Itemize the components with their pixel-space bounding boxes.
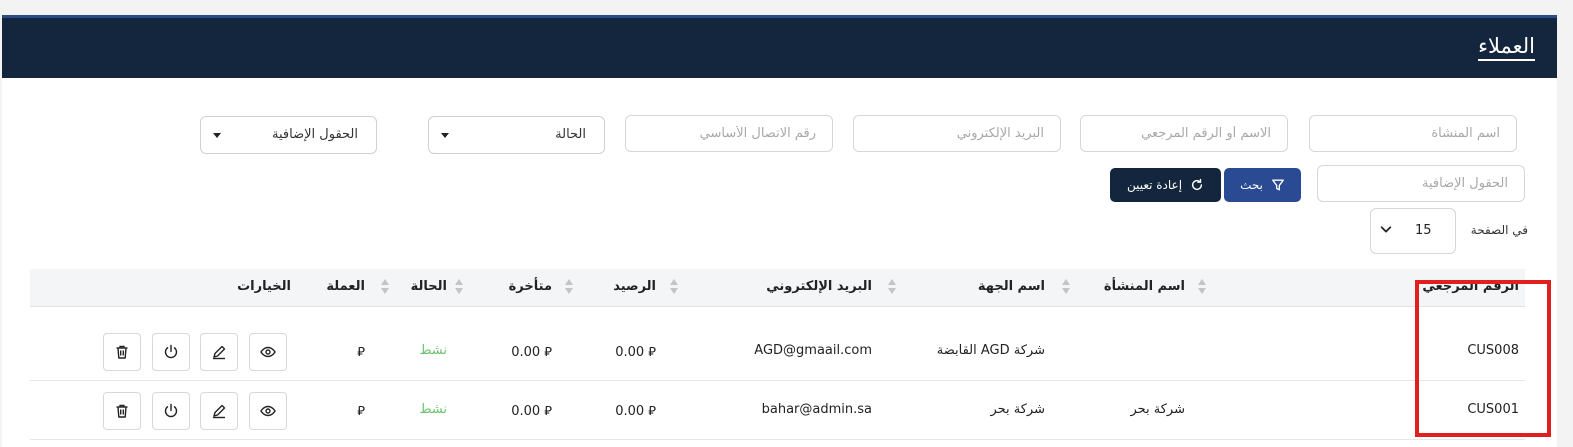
caret-down-icon (213, 133, 221, 138)
phone-input[interactable] (625, 115, 833, 152)
sort-icon[interactable] (670, 278, 679, 296)
sort-icon[interactable] (381, 278, 390, 296)
refresh-icon (1192, 178, 1203, 191)
edit-button[interactable] (200, 392, 238, 430)
power-icon (164, 403, 178, 418)
th-facility[interactable]: اسم المنشأة (1104, 279, 1185, 294)
table-row: CUS001 شركة بحر شركة بحر bahar@admin.sa … (30, 381, 1525, 440)
caret-down-icon (441, 133, 449, 138)
status-badge: نشط (419, 343, 447, 358)
view-button[interactable] (249, 333, 287, 371)
sort-icon[interactable] (1062, 278, 1071, 296)
table-header: الرقم المرجعي اسم المنشأة اسم الجهة البر… (30, 269, 1525, 307)
name-or-ref-input[interactable] (1080, 115, 1288, 152)
pencil-icon (213, 404, 226, 419)
extra-fields-select-value: الحقول الإضافية (272, 127, 358, 142)
email-input[interactable] (853, 115, 1061, 152)
th-overdue[interactable]: متأخرة (509, 279, 552, 294)
per-page-label: في الصفحة (1470, 223, 1528, 237)
delete-button[interactable] (103, 392, 141, 430)
page-title[interactable]: العملاء (1478, 34, 1535, 58)
filter-icon (1272, 179, 1284, 191)
per-page-select[interactable]: 15 (1370, 208, 1456, 254)
cell-email: bahar@admin.sa (761, 402, 872, 417)
search-button[interactable]: بحث (1224, 168, 1301, 202)
table-row: CUS008 شركة AGD القابضة AGD@gmaail.com 0… (30, 322, 1525, 381)
th-balance[interactable]: الرصيد (613, 279, 656, 294)
chevron-down-icon (1380, 226, 1392, 233)
trash-icon (116, 404, 128, 418)
eye-icon (260, 405, 276, 417)
th-email[interactable]: البريد الإلكتروني (766, 279, 872, 294)
edit-button[interactable] (200, 333, 238, 371)
status-select[interactable]: الحالة (428, 116, 605, 154)
sort-icon[interactable] (455, 278, 464, 296)
cell-balance: 0.00 ⃁ (615, 404, 656, 419)
sort-icon[interactable] (1198, 278, 1207, 296)
cell-currency: ⃁ (357, 345, 365, 360)
extra-fields-input[interactable] (1317, 165, 1525, 202)
cell-entity: شركة AGD القابضة (936, 343, 1045, 358)
search-button-label: بحث (1240, 178, 1263, 192)
eye-icon (260, 346, 276, 358)
th-currency: العملة (326, 279, 365, 294)
trash-icon (116, 345, 128, 359)
cell-overdue: 0.00 ⃁ (511, 404, 552, 419)
power-icon (164, 344, 178, 359)
status-badge: نشط (419, 402, 447, 417)
delete-button[interactable] (103, 333, 141, 371)
th-options: الخيارات (237, 279, 291, 294)
sort-icon[interactable] (888, 278, 897, 296)
toggle-active-button[interactable] (152, 333, 190, 371)
cell-balance: 0.00 ⃁ (615, 345, 656, 360)
cell-entity: شركة بحر (990, 402, 1045, 417)
sort-icon[interactable] (565, 278, 574, 296)
page-header: العملاء (2, 15, 1557, 78)
per-page-value: 15 (1415, 223, 1432, 238)
extra-fields-select[interactable]: الحقول الإضافية (200, 116, 377, 154)
status-select-value: الحالة (555, 127, 586, 142)
cell-currency: ⃁ (357, 404, 365, 419)
th-status[interactable]: الحالة (411, 279, 447, 294)
pencil-icon (213, 345, 226, 360)
toggle-active-button[interactable] (152, 392, 190, 430)
cell-email: AGD@gmaail.com (754, 343, 872, 358)
highlight-box (1415, 280, 1551, 437)
cell-overdue: 0.00 ⃁ (511, 345, 552, 360)
view-button[interactable] (249, 392, 287, 430)
facility-name-input[interactable] (1309, 115, 1517, 152)
cell-facility: شركة بحر (1130, 402, 1185, 417)
reset-button-label: إعادة تعيين (1126, 178, 1183, 192)
reset-button[interactable]: إعادة تعيين (1110, 168, 1221, 202)
th-entity[interactable]: اسم الجهة (978, 279, 1045, 294)
